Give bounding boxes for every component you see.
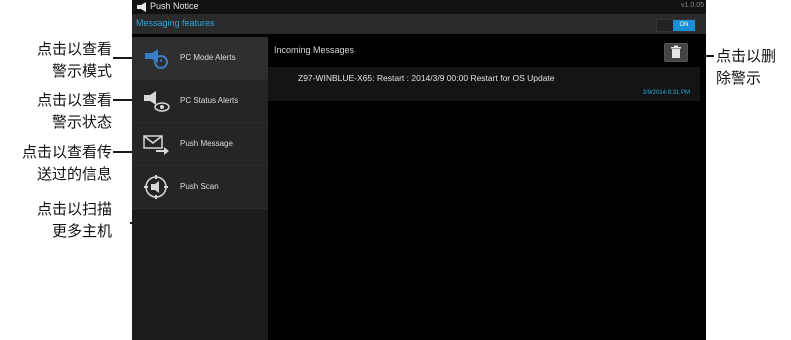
callout-line-2: 除警示: [716, 69, 762, 87]
envelope-arrow-icon: [143, 135, 169, 155]
callout-line-2: 警示模式: [51, 62, 112, 80]
message-timestamp: 3/9/2014 8:31 PM: [642, 90, 690, 96]
sidebar: PC Mode Alerts PC Status Alerts Push Mes…: [132, 37, 268, 340]
callout-line-1: 点击以查看: [36, 91, 112, 109]
callout-line-1: 点击以删: [716, 47, 777, 65]
pc-mode-alert-icon: [145, 49, 168, 69]
push-notice-window: Push Notice v1.0.05 Messaging features O…: [132, 0, 706, 340]
title-bar: Push Notice v1.0.05: [132, 0, 706, 14]
trash-icon: [671, 45, 681, 58]
sidebar-item-push-scan[interactable]: Push Scan: [132, 166, 268, 209]
feature-bar-title: Messaging features: [136, 18, 215, 28]
feature-bar: Messaging features ON: [132, 14, 706, 34]
callout-line-1: 点击以查看传: [21, 143, 112, 161]
callout-status-alerts: 点击以查看 警示状态: [0, 89, 112, 133]
message-row[interactable]: Z97-WINBLUE-X65: Restart : 2014/3/9 00:0…: [268, 67, 700, 101]
scan-target-icon: [144, 175, 168, 199]
toggle-on-label: ON: [673, 20, 695, 31]
sidebar-item-pc-mode-alerts[interactable]: PC Mode Alerts: [132, 37, 268, 80]
callout-line-2: 更多主机: [51, 222, 112, 240]
sidebar-item-push-message[interactable]: Push Message: [132, 123, 268, 166]
callout-delete: 点击以删 除警示: [716, 45, 776, 89]
section-title: Incoming Messages: [274, 45, 355, 55]
sidebar-item-label: Push Message: [180, 139, 233, 148]
incoming-messages-panel: Incoming Messages Z97-WINBLUE-X65: Resta…: [268, 37, 706, 340]
callout-mode-alerts: 点击以查看 警示模式: [0, 38, 112, 82]
callout-push-scan: 点击以扫描 更多主机: [0, 198, 112, 242]
megaphone-logo-icon: [137, 2, 146, 12]
message-text: Z97-WINBLUE-X65: Restart : 2014/3/9 00:0…: [298, 73, 555, 83]
sidebar-item-label: PC Mode Alerts: [180, 53, 236, 62]
delete-button[interactable]: [664, 43, 688, 62]
sidebar-item-pc-status-alerts[interactable]: PC Status Alerts: [132, 80, 268, 123]
sidebar-item-label: Push Scan: [180, 182, 219, 191]
sidebar-item-label: PC Status Alerts: [180, 96, 239, 105]
version-label: v1.0.05: [681, 2, 704, 9]
pc-status-eye-icon: [144, 91, 170, 112]
callout-line-2: 警示状态: [51, 113, 112, 131]
callout-line-2: 送过的信息: [36, 165, 112, 183]
callout-line-1: 点击以扫描: [36, 200, 112, 218]
messaging-toggle[interactable]: ON: [656, 19, 696, 32]
app-title: Push Notice: [150, 1, 199, 11]
callout-line-1: 点击以查看: [36, 40, 112, 58]
callout-push-message: 点击以查看传 送过的信息: [0, 141, 112, 185]
